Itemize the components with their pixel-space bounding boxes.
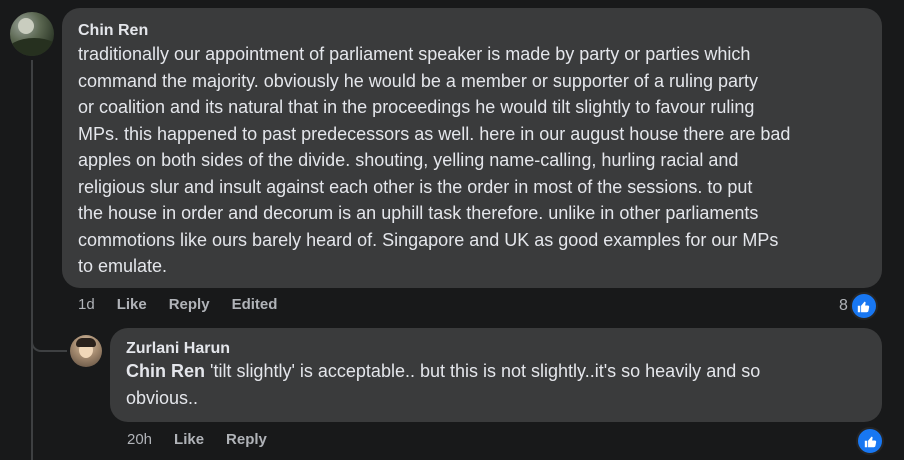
reply-connector xyxy=(31,330,67,352)
reply-mention[interactable]: Chin Ren xyxy=(126,361,205,381)
like-button[interactable]: Like xyxy=(117,296,147,313)
reply-button[interactable]: Reply xyxy=(169,296,210,313)
comment-thread: Chin Ren traditionally our appointment o… xyxy=(0,0,904,460)
reply-actions: 20h Like Reply xyxy=(127,431,267,448)
reply-timestamp[interactable]: 20h xyxy=(127,431,152,448)
reply-avatar[interactable] xyxy=(70,335,102,367)
avatar-hill-shape xyxy=(10,38,54,56)
edited-label[interactable]: Edited xyxy=(232,296,278,313)
reply-author[interactable]: Zurlani Harun xyxy=(126,340,230,358)
comment-bubble: Chin Ren traditionally our appointment o… xyxy=(62,8,882,288)
thread-line xyxy=(31,60,33,460)
avatar-hair-shape xyxy=(76,338,96,347)
comment-author[interactable]: Chin Ren xyxy=(78,22,148,40)
reply-like-button[interactable]: Like xyxy=(174,431,204,448)
reply-bubble: Zurlani Harun Chin Ren 'tilt slightly' i… xyxy=(110,328,882,422)
reply-text: 'tilt slightly' is acceptable.. but this… xyxy=(126,361,761,408)
like-icon xyxy=(849,292,878,320)
comment-actions: 1d Like Reply Edited xyxy=(78,296,277,313)
avatar-sun-shape xyxy=(18,18,34,34)
comment-timestamp[interactable]: 1d xyxy=(78,296,95,313)
comment-text: traditionally our appointment of parliam… xyxy=(78,44,791,276)
reaction-summary[interactable]: 8 xyxy=(839,292,878,320)
avatar[interactable] xyxy=(10,12,54,56)
reply-text-container: Chin Ren 'tilt slightly' is acceptable..… xyxy=(126,358,866,411)
reply-reaction-summary[interactable] xyxy=(856,427,884,455)
like-icon xyxy=(856,427,884,455)
reaction-count: 8 xyxy=(839,297,848,314)
reply-reply-button[interactable]: Reply xyxy=(226,431,267,448)
